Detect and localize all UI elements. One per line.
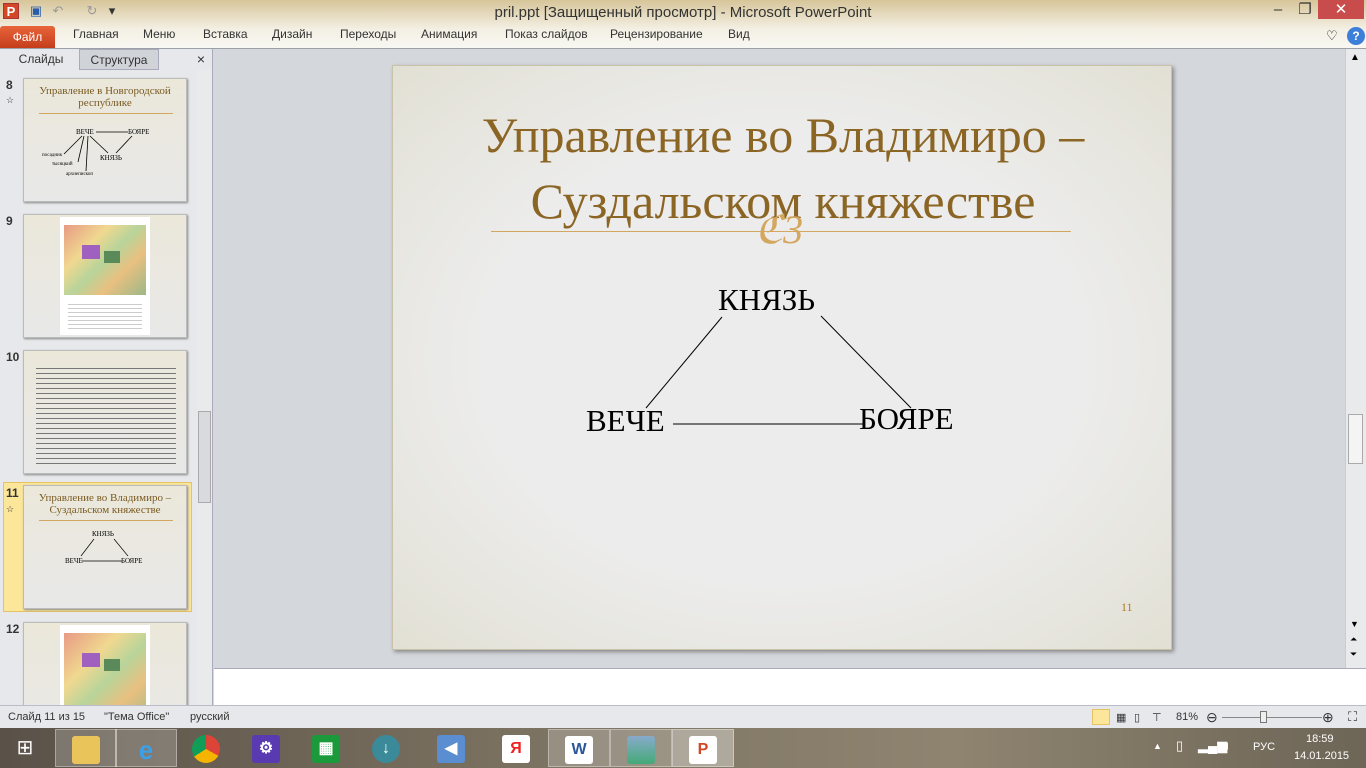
map-image <box>60 217 150 335</box>
settings-icon[interactable]: ⚙ <box>235 729 297 767</box>
tab-slideshow[interactable]: Показ слайдов <box>505 27 588 41</box>
volume-icon[interactable]: 🔈︎ <box>1224 738 1232 754</box>
close-button[interactable]: ✕ <box>1318 0 1364 19</box>
tab-insert[interactable]: Вставка <box>203 27 248 41</box>
input-language[interactable]: РУС <box>1253 741 1275 753</box>
reading-view-icon[interactable]: ▯ <box>1134 711 1140 724</box>
scroll-down-icon[interactable]: ▼ <box>1350 619 1359 629</box>
slide-number: 11 <box>6 486 19 500</box>
tab-home[interactable]: Главная <box>73 27 119 41</box>
slide-number: 10 <box>6 350 20 364</box>
tab-view[interactable]: Вид <box>728 27 750 41</box>
chrome-icon[interactable] <box>175 729 237 767</box>
slide-thumbnail-8[interactable]: Управление в Новгородской республике ВЕЧ… <box>23 78 187 202</box>
word-icon[interactable]: W <box>548 729 610 767</box>
knyaz-label: КНЯЗЬ <box>718 282 816 317</box>
photos-icon[interactable] <box>610 729 672 767</box>
tab-outline[interactable]: Структура <box>79 49 159 70</box>
normal-view-icon[interactable] <box>1092 709 1110 725</box>
tab-menu[interactable]: Меню <box>143 27 175 41</box>
slide-sorter-icon[interactable]: ▦ <box>1116 711 1126 724</box>
relationship-lines <box>645 315 912 425</box>
slide-number: 9 <box>6 214 13 228</box>
thumbnail-list: 8 ☆ Управление в Новгородской республике… <box>0 70 197 705</box>
zoom-slider[interactable] <box>1222 717 1322 718</box>
audio-icon[interactable]: ◀ <box>420 729 482 767</box>
star-icon: ☆ <box>6 95 15 105</box>
boyare-label: БОЯРЕ <box>859 401 954 436</box>
taskbar: ⊞ e ⚙ ▦ ↓ ◀ Я W P ▲ ▯ ▂▄▆ 🔈︎ РУС 18:59 1… <box>0 728 1366 768</box>
thumb-arrows <box>63 131 133 172</box>
fit-to-window-icon[interactable]: ⛶ <box>1348 709 1357 725</box>
theme-name[interactable]: "Тема Office" <box>104 711 169 723</box>
zoom-in-icon[interactable]: ⊕ <box>1322 709 1334 726</box>
window-title: pril.ppt [Защищенный просмотр] - Microso… <box>494 4 872 21</box>
show-hidden-icons[interactable]: ▲ <box>1153 741 1162 751</box>
tab-slides[interactable]: Слайды <box>4 49 78 70</box>
zoom-out-icon[interactable]: ⊖ <box>1206 709 1218 726</box>
store-icon[interactable]: ▦ <box>295 729 357 767</box>
slide-thumbnail-12[interactable] <box>23 622 187 705</box>
slide-number: 8 <box>6 78 13 92</box>
clock-date[interactable]: 14.01.2015 <box>1294 750 1349 762</box>
scroll-up-icon[interactable]: ▲ <box>1350 52 1360 63</box>
star-icon: ☆ <box>6 504 15 514</box>
yandex-browser-icon[interactable]: Я <box>485 729 547 767</box>
ribbon-tabs: Главная Меню Вставка Дизайн Переходы Ани… <box>0 22 1366 48</box>
text-block <box>36 365 176 465</box>
slide-number: 11 <box>1121 600 1133 614</box>
zoom-slider-handle[interactable] <box>1260 711 1267 723</box>
slide-scrollbar[interactable]: ▲ ▼ ⏶ ⏷ <box>1345 49 1366 668</box>
language[interactable]: русский <box>190 711 229 723</box>
scroll-thumb[interactable] <box>1348 414 1363 464</box>
slide-counter: Слайд 11 из 15 <box>8 711 86 723</box>
clock-time[interactable]: 18:59 <box>1306 733 1334 745</box>
slide-thumbnail-10[interactable] <box>23 350 187 474</box>
veche-label: ВЕЧЕ <box>586 403 665 438</box>
slide-canvas[interactable]: Управление во Владимиро – Суздальском кн… <box>392 65 1172 650</box>
download-manager-icon[interactable]: ↓ <box>355 729 417 767</box>
powerpoint-icon[interactable]: P <box>672 729 734 767</box>
scroll-thumb[interactable] <box>198 411 211 503</box>
notes-pane[interactable] <box>214 668 1366 705</box>
file-explorer-icon[interactable] <box>55 729 117 767</box>
map-image <box>60 625 150 705</box>
slideshow-icon[interactable]: ⊤ <box>1152 711 1162 724</box>
thumbnail-scrollbar[interactable] <box>197 70 212 705</box>
slides-panel: Слайды Структура × 8 ☆ Управление в Новг… <box>0 49 213 705</box>
status-bar: Слайд 11 из 15 "Тема Office" русский ▦ ▯… <box>0 705 1366 728</box>
tab-animation[interactable]: Анимация <box>421 27 477 41</box>
slide-number: 12 <box>6 622 20 636</box>
battery-icon[interactable]: ▯ <box>1176 738 1183 754</box>
slide-thumbnail-11[interactable]: Управление во Владимиро – Суздальском кн… <box>23 485 187 609</box>
network-icon[interactable]: ▂▄▆ <box>1198 738 1227 754</box>
close-panel-icon[interactable]: × <box>192 49 210 70</box>
slide-thumbnail-9[interactable] <box>23 214 187 338</box>
next-slide-icon[interactable]: ⏷ <box>1350 649 1357 660</box>
tab-design[interactable]: Дизайн <box>272 27 312 41</box>
internet-explorer-icon[interactable]: e <box>115 729 177 767</box>
tab-transitions[interactable]: Переходы <box>340 27 396 41</box>
previous-slide-icon[interactable]: ⏶ <box>1350 634 1357 645</box>
tab-review[interactable]: Рецензирование <box>610 27 703 41</box>
start-button[interactable]: ⊞ <box>0 729 50 767</box>
zoom-level[interactable]: 81% <box>1176 711 1198 723</box>
thumb-triangle <box>80 538 129 562</box>
